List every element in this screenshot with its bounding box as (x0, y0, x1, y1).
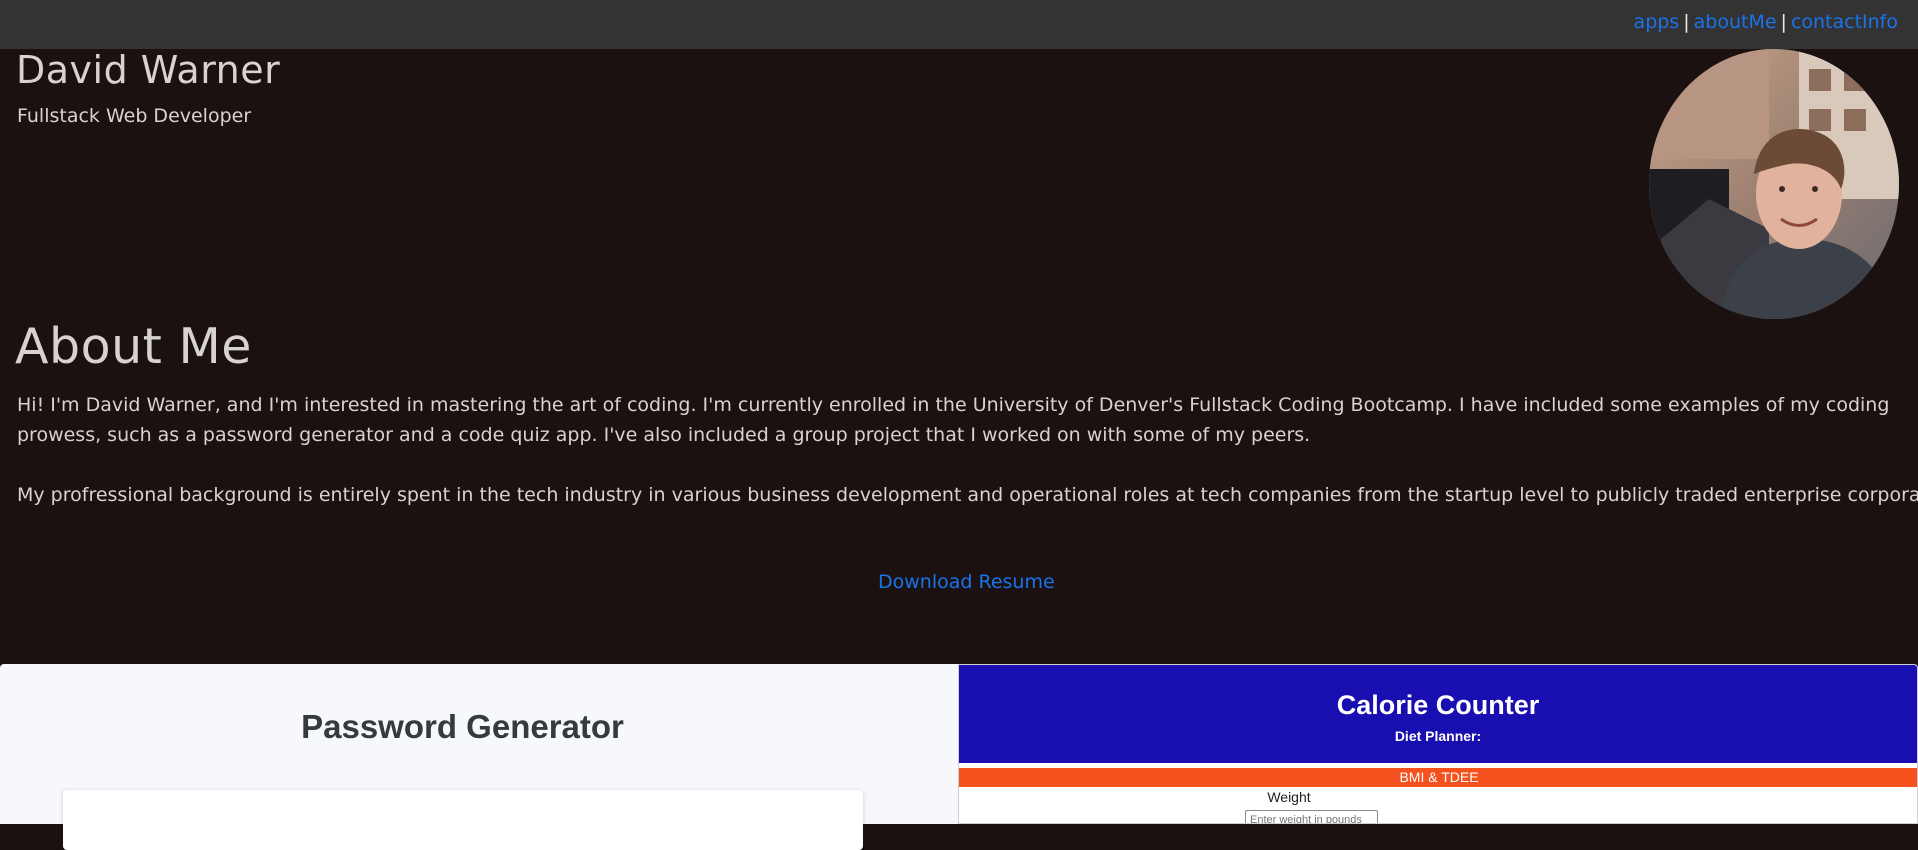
about-paragraph-intro: Hi! I'm David Warner, and I'm interested… (17, 394, 1890, 446)
download-resume-link[interactable]: Download Resume (878, 571, 1055, 593)
nav-links: apps | aboutMe | contactInfo (1634, 11, 1898, 33)
nav-link-about-me[interactable]: aboutMe (1694, 11, 1777, 33)
weight-input[interactable] (1245, 810, 1378, 823)
profile-photo (1649, 49, 1899, 319)
hero-name: David Warner (16, 48, 281, 92)
bmi-tdee-section-bar: BMI & TDEE (959, 768, 1917, 787)
calorie-counter-card[interactable]: Calorie Counter Diet Planner: BMI & TDEE… (958, 664, 1918, 824)
hero-role: Fullstack Web Developer (17, 105, 252, 127)
calorie-counter-header: Calorie Counter Diet Planner: (959, 665, 1917, 763)
calorie-counter-title: Calorie Counter (1336, 690, 1540, 720)
profile-photo-icon (1649, 49, 1899, 319)
password-generator-title: Password Generator (301, 708, 624, 745)
top-nav: apps | aboutMe | contactInfo (0, 0, 1918, 49)
about-paragraph-background: My profressional background is entirely … (17, 484, 1918, 506)
password-generator-card[interactable]: Password Generator (0, 664, 958, 850)
weight-label: Weight (1267, 789, 1311, 805)
about-title: About Me (15, 318, 252, 375)
nav-separator: | (1683, 11, 1690, 33)
nav-separator: | (1780, 11, 1787, 33)
password-generator-panel (63, 790, 863, 850)
nav-link-contact-info[interactable]: contactInfo (1791, 11, 1898, 33)
diet-planner-label: Diet Planner: (1394, 728, 1482, 744)
nav-link-apps[interactable]: apps (1634, 11, 1680, 33)
